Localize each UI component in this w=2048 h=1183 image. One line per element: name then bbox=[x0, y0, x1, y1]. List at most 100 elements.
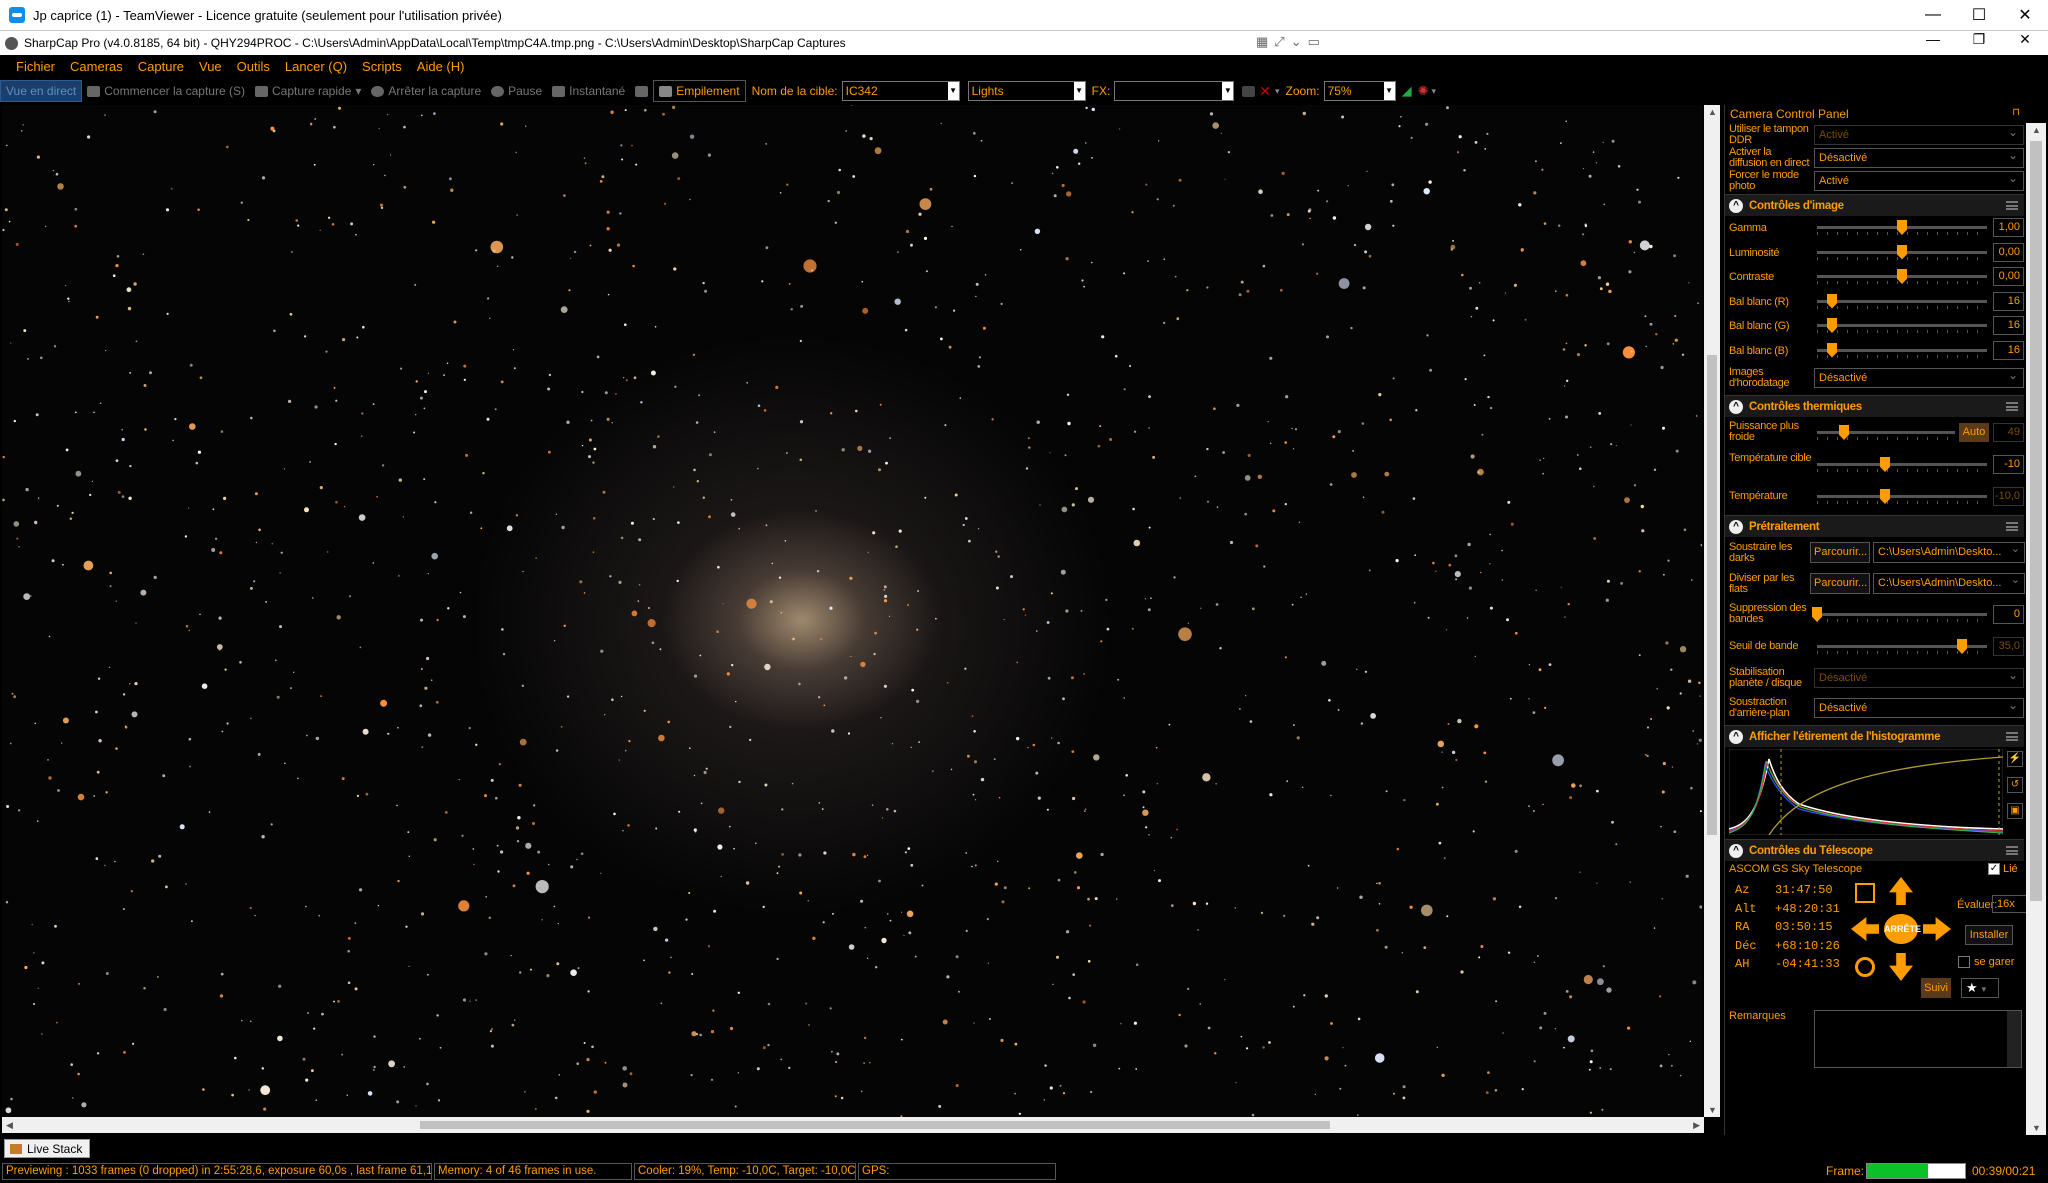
scroll-up-icon[interactable]: ▲ bbox=[1708, 107, 1717, 117]
restore-icon[interactable]: ❐ bbox=[1956, 31, 2002, 55]
background-combo[interactable]: Désactivé bbox=[1814, 696, 2024, 718]
minimize-icon[interactable]: — bbox=[1910, 31, 1956, 55]
slider-track[interactable] bbox=[1817, 613, 1987, 616]
setting-combo[interactable]: Désactivé bbox=[1814, 146, 2024, 168]
banding-value[interactable]: 0 bbox=[1993, 605, 2024, 624]
slider-value[interactable]: 16 bbox=[1993, 291, 2024, 311]
menu-item[interactable]: Aide (H) bbox=[411, 59, 474, 74]
browse-darks-button[interactable]: Parcourir... bbox=[1810, 542, 1870, 563]
auto-stretch-icon[interactable]: ⚡ bbox=[2007, 751, 2023, 767]
maximize-icon[interactable]: ☐ bbox=[1956, 0, 2002, 30]
menu-item[interactable]: Fichier bbox=[10, 59, 64, 74]
menu-item[interactable]: Lancer (Q) bbox=[279, 59, 356, 74]
scroll-right-icon[interactable]: ▶ bbox=[1693, 1120, 1700, 1131]
slew-left-icon[interactable] bbox=[1851, 917, 1879, 941]
histogram-icon[interactable]: ◢ bbox=[1396, 83, 1418, 99]
image-viewport[interactable] bbox=[2, 105, 1702, 1117]
collapse-icon[interactable]: ^ bbox=[1729, 519, 1743, 534]
slider-value[interactable]: 16 bbox=[1993, 316, 2024, 335]
settings-toggle-button[interactable] bbox=[630, 80, 653, 102]
scroll-down-icon[interactable]: ▼ bbox=[2032, 1123, 2041, 1133]
menu-item[interactable]: Vue bbox=[193, 59, 231, 74]
menu-icon[interactable] bbox=[2006, 402, 2018, 411]
close-icon[interactable]: ✕ bbox=[2002, 31, 2048, 55]
histogram-stretch[interactable]: ⚡ ↺ ▣ bbox=[1725, 747, 2024, 837]
crosshair-icon[interactable]: ✕ bbox=[1255, 83, 1275, 100]
collapse-icon[interactable]: ^ bbox=[1729, 399, 1743, 414]
scroll-down-icon[interactable]: ▼ bbox=[1708, 1105, 1717, 1115]
grid-icon[interactable]: ▦ bbox=[1256, 34, 1268, 50]
close-icon[interactable]: ✕ bbox=[2002, 0, 2048, 30]
target-temp-value[interactable]: -10 bbox=[1993, 455, 2024, 474]
slider-value[interactable]: 1,00 bbox=[1993, 218, 2024, 237]
stop-capture-button[interactable]: Arrêter la capture bbox=[366, 80, 486, 102]
reticle-toggle-icon[interactable] bbox=[1242, 85, 1256, 97]
menu-item[interactable]: Scripts bbox=[356, 59, 411, 74]
menu-icon[interactable] bbox=[2006, 201, 2018, 210]
flats-path-combo[interactable]: C:\Users\Admin\Deskto... bbox=[1873, 573, 2025, 594]
slew-up-icon[interactable] bbox=[1889, 877, 1913, 905]
live-stack-tab[interactable]: Live Stack bbox=[4, 1139, 90, 1158]
slew-right-icon[interactable] bbox=[1923, 917, 1951, 941]
chevron-down-icon[interactable]: ⌄ bbox=[1291, 34, 1302, 50]
section-preprocessing[interactable]: ^ Prétraitement bbox=[1725, 515, 2024, 537]
install-button[interactable]: Installer bbox=[1965, 925, 2013, 945]
chevron-down-icon[interactable]: ▾ bbox=[1978, 984, 1987, 994]
fx-combo[interactable]: ▼ bbox=[1114, 81, 1235, 101]
menu-item[interactable]: Outils bbox=[231, 59, 279, 74]
timestamp-combo[interactable]: Désactivé bbox=[1814, 366, 2024, 388]
section-image-controls[interactable]: ^ Contrôles d'image bbox=[1725, 194, 2024, 216]
slider-value[interactable]: 0,00 bbox=[1993, 242, 2024, 262]
slider-track[interactable] bbox=[1817, 463, 1987, 466]
slew-down-icon[interactable] bbox=[1889, 953, 1913, 981]
setting-combo[interactable]: Activé bbox=[1814, 169, 2024, 191]
fullscreen-icon[interactable]: ⤢ bbox=[1274, 34, 1284, 50]
chevron-down-icon[interactable]: ▾ bbox=[1428, 86, 1436, 97]
scroll-thumb[interactable] bbox=[420, 1121, 1330, 1129]
menu-icon[interactable] bbox=[2006, 522, 2018, 531]
checkbox-icon[interactable] bbox=[1958, 956, 1970, 968]
scroll-up-icon[interactable]: ▲ bbox=[2032, 125, 2041, 135]
auto-button[interactable]: Auto bbox=[1959, 423, 1989, 442]
darks-path-combo[interactable]: C:\Users\Admin\Deskto... bbox=[1873, 542, 2025, 563]
star-button[interactable]: ★ ▾ bbox=[1961, 978, 1999, 998]
park-checkbox[interactable]: se garer bbox=[1958, 956, 2014, 968]
stabilization-combo[interactable]: Désactivé bbox=[1814, 666, 2024, 688]
scroll-thumb[interactable] bbox=[2030, 141, 2042, 901]
home-icon[interactable] bbox=[1855, 957, 1875, 977]
slider-track[interactable] bbox=[1817, 299, 1987, 303]
vertical-scrollbar[interactable]: ▲ ▼ bbox=[1704, 105, 1720, 1117]
slider-track[interactable] bbox=[1817, 324, 1987, 327]
slider-value[interactable]: 0,00 bbox=[1993, 267, 2024, 286]
section-thermal[interactable]: ^ Contrôles thermiques bbox=[1725, 395, 2024, 417]
target-name-combo[interactable]: IC342 ▼ bbox=[841, 81, 960, 101]
chevron-down-icon[interactable]: ▾ bbox=[355, 84, 361, 98]
menu-icon[interactable] bbox=[2006, 846, 2018, 855]
pause-button[interactable]: Pause bbox=[486, 80, 547, 102]
section-histogram[interactable]: ^ Afficher l'étirement de l'histogramme bbox=[1725, 725, 2024, 747]
zoom-combo[interactable]: 75% ▼ bbox=[1323, 81, 1396, 101]
checkbox-icon[interactable]: ✓ bbox=[1988, 863, 2000, 875]
monitor-icon[interactable]: ▭ bbox=[1308, 34, 1320, 50]
slider-track[interactable] bbox=[1817, 348, 1987, 352]
frame-type-combo[interactable]: Lights ▼ bbox=[967, 81, 1086, 101]
live-view-button[interactable]: Vue en direct bbox=[0, 80, 83, 102]
chevron-down-icon[interactable]: ▼ bbox=[1383, 82, 1395, 100]
browse-flats-button[interactable]: Parcourir... bbox=[1810, 573, 1870, 594]
stop-slew-button[interactable]: ARRÊTE bbox=[1884, 914, 1921, 944]
slider-value[interactable]: 16 bbox=[1993, 340, 2024, 360]
slider-track[interactable] bbox=[1817, 431, 1955, 434]
remarks-scrollbar[interactable] bbox=[2007, 1011, 2021, 1067]
histogram-graph[interactable] bbox=[1729, 749, 2003, 835]
collapse-icon[interactable]: ^ bbox=[1729, 843, 1743, 858]
collapse-icon[interactable]: ^ bbox=[1729, 198, 1743, 213]
collapse-icon[interactable]: ^ bbox=[1729, 729, 1743, 744]
horizontal-scrollbar[interactable]: ◀ ▶ bbox=[2, 1117, 1704, 1133]
pin-icon[interactable]: ⊓ bbox=[2012, 107, 2020, 118]
menu-item[interactable]: Cameras bbox=[64, 59, 132, 74]
start-capture-button[interactable]: Commencer la capture (S) bbox=[82, 80, 250, 102]
focus-target-icon[interactable]: ✺ bbox=[1418, 83, 1429, 99]
menu-item[interactable]: Capture bbox=[132, 59, 193, 74]
linked-checkbox[interactable]: ✓ Lié bbox=[1988, 863, 2018, 875]
menu-icon[interactable] bbox=[2006, 732, 2018, 741]
